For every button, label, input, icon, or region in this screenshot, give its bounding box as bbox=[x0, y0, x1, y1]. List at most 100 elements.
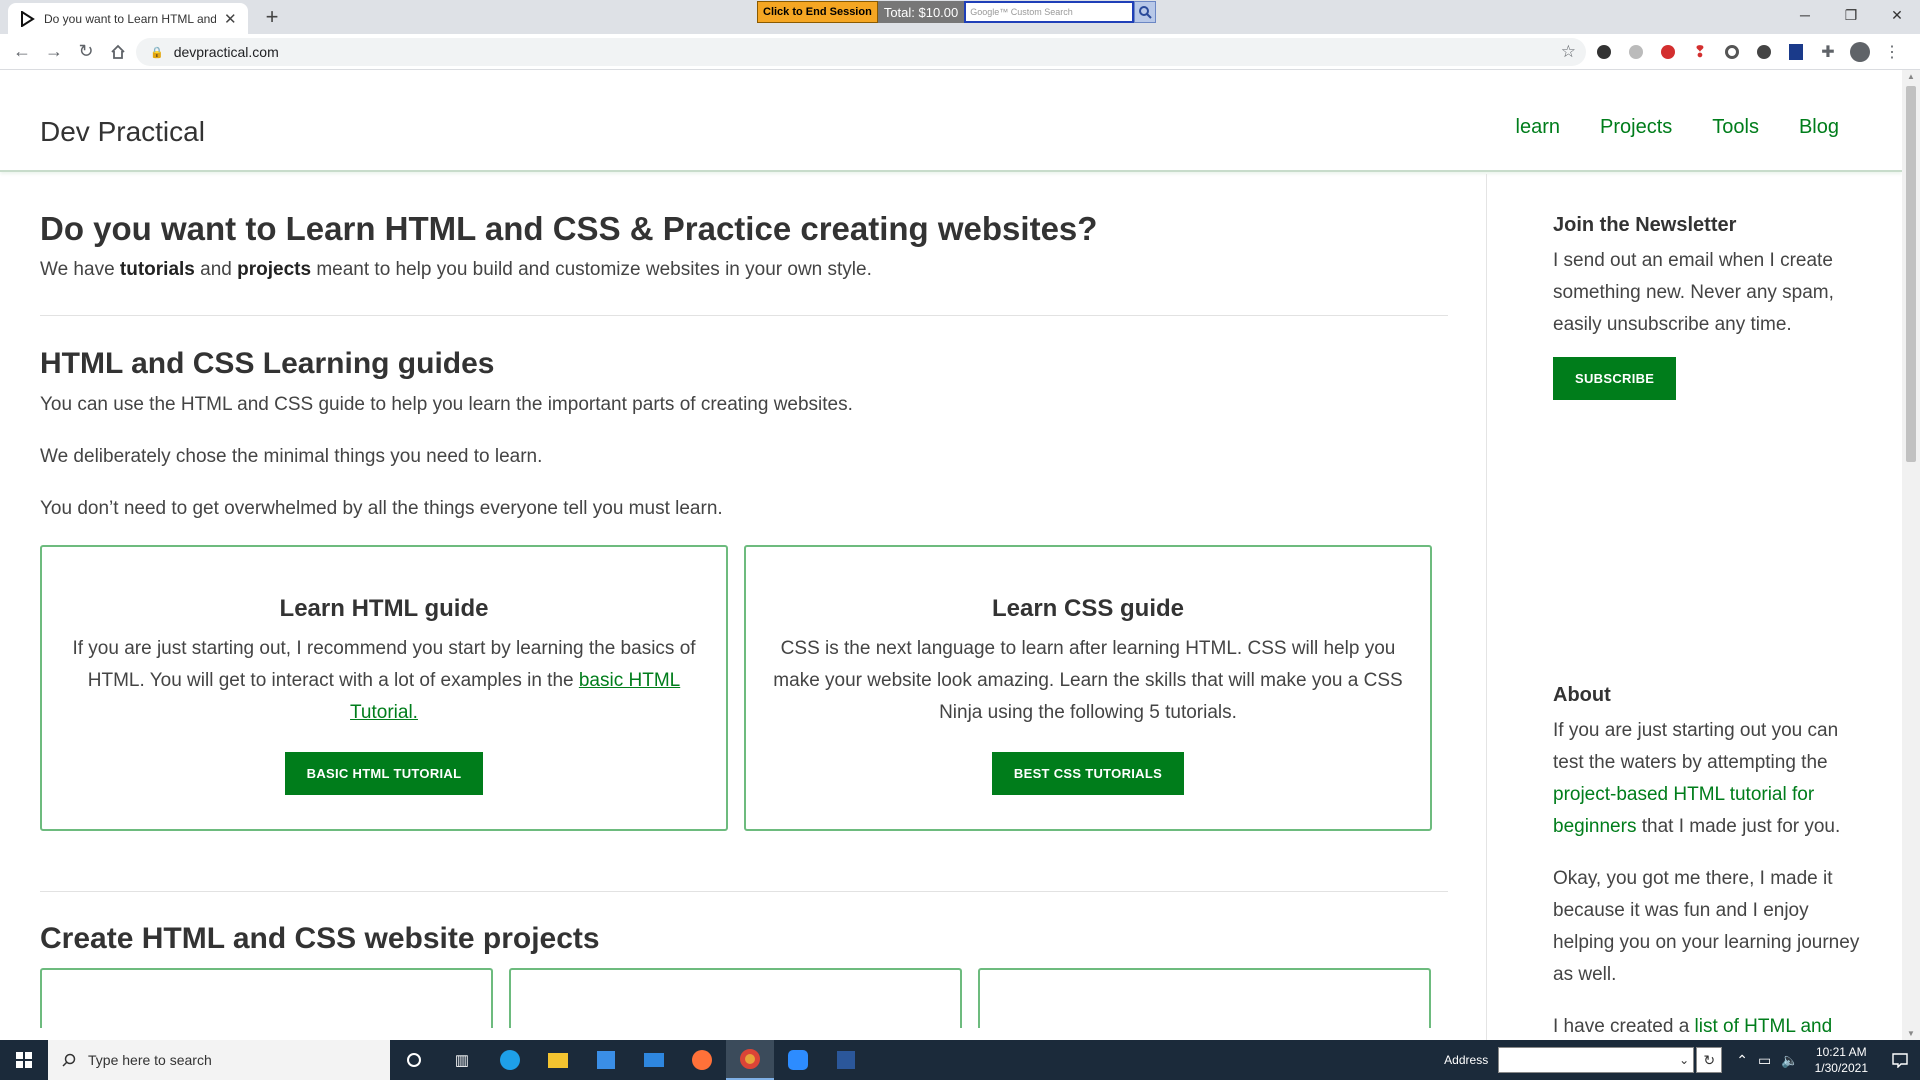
scroll-down-icon[interactable]: ▼ bbox=[1907, 1029, 1915, 1038]
taskbar-clock[interactable]: 10:21 AM 1/30/2021 bbox=[1815, 1044, 1868, 1076]
minimize-icon[interactable]: ─ bbox=[1782, 0, 1828, 30]
browser-tabstrip: Do you want to Learn HTML and CSS & Prac… bbox=[0, 0, 1920, 34]
task-view-icon[interactable]: ▥ bbox=[438, 1040, 486, 1080]
tab-close-icon[interactable]: ✕ bbox=[224, 10, 237, 28]
address-url: devpractical.com bbox=[173, 44, 279, 60]
guides-heading: HTML and CSS Learning guides bbox=[40, 347, 495, 380]
html-guide-card: Learn HTML guide If you are just startin… bbox=[40, 545, 728, 831]
hero-heading: Do you want to Learn HTML and CSS & Prac… bbox=[40, 210, 1098, 247]
about-heading: About bbox=[1553, 684, 1611, 706]
project-cards bbox=[40, 968, 1448, 1028]
window-controls: ─ ❐ ✕ bbox=[1782, 0, 1920, 30]
back-icon[interactable]: ← bbox=[6, 36, 38, 68]
project-card[interactable] bbox=[40, 968, 493, 1028]
basic-html-tutorial-button[interactable]: BASIC HTML TUTORIAL bbox=[284, 752, 484, 795]
store-icon[interactable] bbox=[582, 1040, 630, 1080]
profile-avatar-icon[interactable] bbox=[1848, 40, 1872, 64]
circle-extension-icon[interactable] bbox=[1720, 40, 1744, 64]
new-tab-icon[interactable]: + bbox=[258, 4, 286, 32]
extension-icons: ❢ ✚ ⋮ bbox=[1592, 40, 1904, 64]
lock-icon: 🔒 bbox=[150, 46, 164, 59]
custom-search-input[interactable]: Google™ Custom Search bbox=[964, 1, 1135, 23]
main-content: Do you want to Learn HTML and CSS & Prac… bbox=[40, 172, 1448, 1028]
browser-tab[interactable]: Do you want to Learn HTML and CSS & Prac… bbox=[8, 3, 248, 34]
hero-strong-projects: projects bbox=[237, 259, 312, 280]
html-css-list-link[interactable]: list of HTML and bbox=[1695, 1016, 1833, 1037]
volume-icon[interactable]: 🔈 bbox=[1781, 1052, 1798, 1069]
site-nav: learn Projects Tools Blog bbox=[1516, 116, 1839, 139]
search-icon bbox=[62, 1053, 76, 1067]
network-icon[interactable]: ▭ bbox=[1758, 1052, 1771, 1069]
address-toolbar-input[interactable]: ⌄ bbox=[1498, 1047, 1695, 1073]
adblock-extension-icon[interactable] bbox=[1656, 40, 1680, 64]
download-extension-icon[interactable] bbox=[1592, 40, 1616, 64]
project-card[interactable] bbox=[509, 968, 962, 1028]
card-text: If you are just starting out, I recommen… bbox=[72, 638, 696, 723]
about-paragraph: If you are just starting out you can tes… bbox=[1553, 720, 1841, 837]
page-scrollbar[interactable]: ▲ ▼ bbox=[1902, 70, 1920, 1040]
guides-paragraph: We deliberately chose the minimal things… bbox=[40, 446, 543, 467]
browser-toolbar: ← → ↻ 🔒 devpractical.com ☆ ❢ ✚ ⋮ bbox=[0, 34, 1920, 70]
tab-title: Do you want to Learn HTML and CSS & Prac… bbox=[44, 11, 216, 26]
projects-heading: Create HTML and CSS website projects bbox=[40, 922, 600, 955]
mail-icon[interactable] bbox=[630, 1040, 678, 1080]
divider bbox=[40, 315, 1448, 316]
hero-strong-tutorials: tutorials bbox=[119, 259, 195, 280]
windows-taskbar: Type here to search ▥ Address ⌄ ↻ ⌃ ▭ 🔈 … bbox=[0, 1040, 1920, 1080]
word-icon[interactable] bbox=[822, 1040, 870, 1080]
nav-blog[interactable]: Blog bbox=[1799, 116, 1839, 139]
subscribe-button[interactable]: SUBSCRIBE bbox=[1553, 357, 1677, 400]
windows-start-icon[interactable] bbox=[0, 1040, 48, 1080]
cortana-icon[interactable] bbox=[390, 1040, 438, 1080]
nav-learn[interactable]: learn bbox=[1516, 116, 1560, 139]
clock-date: 1/30/2021 bbox=[1814, 1061, 1868, 1075]
scroll-up-icon[interactable]: ▲ bbox=[1907, 72, 1915, 81]
custom-search-button[interactable] bbox=[1134, 1, 1157, 23]
cloud-extension-icon[interactable] bbox=[1752, 40, 1776, 64]
edge-icon[interactable] bbox=[486, 1040, 534, 1080]
end-session-button[interactable]: Click to End Session bbox=[757, 1, 878, 23]
css-guide-card: Learn CSS guide CSS is the next language… bbox=[744, 545, 1432, 831]
close-window-icon[interactable]: ✕ bbox=[1874, 0, 1920, 30]
hero-text: We have tutorials and projects meant to … bbox=[40, 259, 872, 280]
address-go-icon[interactable]: ↻ bbox=[1696, 1047, 1723, 1073]
address-bar[interactable]: 🔒 devpractical.com ☆ bbox=[136, 38, 1586, 66]
firefox-icon[interactable] bbox=[678, 1040, 726, 1080]
newsletter-heading: Join the Newsletter bbox=[1553, 214, 1737, 236]
bookmark-star-icon[interactable]: ☆ bbox=[1561, 42, 1576, 62]
restore-icon[interactable]: ❐ bbox=[1828, 0, 1874, 30]
zoom-icon[interactable] bbox=[774, 1040, 822, 1080]
project-card[interactable] bbox=[978, 968, 1431, 1028]
scrollbar-thumb[interactable] bbox=[1906, 86, 1916, 462]
about-paragraph: Okay, you got me there, I made it becaus… bbox=[1553, 868, 1860, 985]
tray-icons: ⌃ ▭ 🔈 bbox=[1736, 1052, 1798, 1069]
sidebar: Join the Newsletter I send out an email … bbox=[1553, 172, 1873, 1040]
card-text: CSS is the next language to learn after … bbox=[773, 638, 1403, 723]
reader-extension-icon[interactable] bbox=[1784, 40, 1808, 64]
nav-projects[interactable]: Projects bbox=[1600, 116, 1672, 139]
pin-extension-icon[interactable]: ❢ bbox=[1688, 40, 1712, 64]
chrome-icon[interactable] bbox=[726, 1040, 774, 1080]
chevron-down-icon[interactable]: ⌄ bbox=[1679, 1053, 1689, 1067]
clock-time: 10:21 AM bbox=[1815, 1045, 1867, 1059]
globe-extension-icon[interactable] bbox=[1624, 40, 1648, 64]
file-explorer-icon[interactable] bbox=[534, 1040, 582, 1080]
guides-paragraph: You can use the HTML and CSS guide to he… bbox=[40, 394, 853, 415]
puzzle-extensions-icon[interactable]: ✚ bbox=[1816, 40, 1840, 64]
chevron-up-icon[interactable]: ⌃ bbox=[1736, 1052, 1748, 1069]
home-icon[interactable] bbox=[102, 36, 134, 68]
magnifier-icon bbox=[1139, 6, 1152, 19]
forward-icon[interactable]: → bbox=[38, 36, 70, 68]
reload-icon[interactable]: ↻ bbox=[70, 36, 102, 68]
nav-tools[interactable]: Tools bbox=[1712, 116, 1759, 139]
site-title[interactable]: Dev Practical bbox=[40, 116, 205, 148]
taskbar-search-placeholder: Type here to search bbox=[88, 1052, 212, 1068]
best-css-tutorials-button[interactable]: BEST CSS TUTORIALS bbox=[991, 752, 1185, 795]
notification-icon[interactable] bbox=[1880, 1040, 1920, 1080]
browser-menu-icon[interactable]: ⋮ bbox=[1880, 40, 1904, 64]
custom-search-placeholder: Google™ Custom Search bbox=[970, 7, 1073, 17]
site-header: Dev Practical learn Projects Tools Blog bbox=[0, 70, 1902, 172]
taskbar-search-box[interactable]: Type here to search bbox=[48, 1040, 390, 1080]
system-tray: Address ⌄ ↻ ⌃ ▭ 🔈 10:21 AM 1/30/2021 bbox=[1444, 1040, 1920, 1080]
sidebar-divider bbox=[1486, 174, 1487, 1040]
